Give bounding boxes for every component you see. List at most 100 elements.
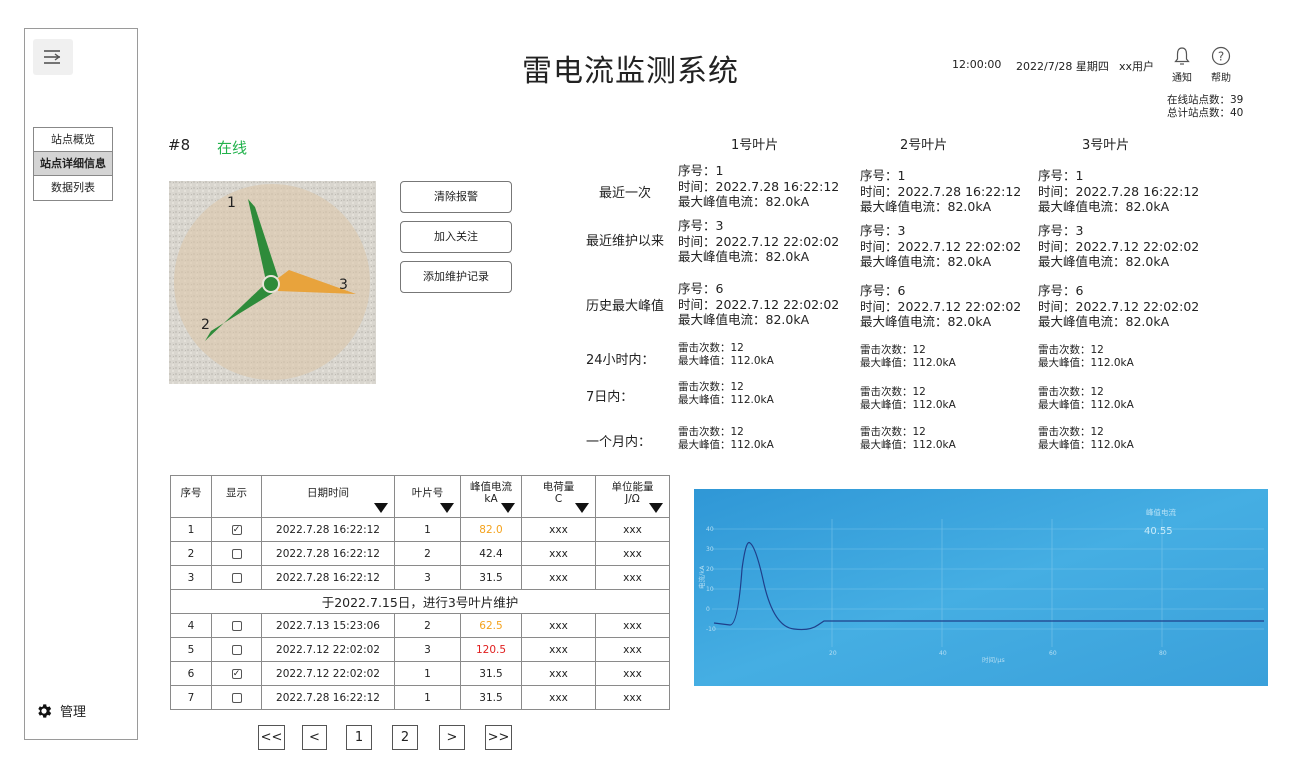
- row-peak-current: 62.5: [460, 613, 522, 638]
- page-next-button[interactable]: >: [439, 725, 465, 750]
- row-peak-current: 31.5: [460, 565, 522, 590]
- row-label-1m: 一个月内：: [586, 435, 652, 450]
- strike-count-text: 雷击次数：12: [1038, 386, 1104, 398]
- help-button[interactable]: ? 帮助: [1205, 46, 1237, 84]
- strike-count-text: 雷击次数：12: [678, 381, 744, 393]
- manage-button[interactable]: 管理: [35, 701, 86, 720]
- strike-count-text: 雷击次数：12: [678, 342, 744, 354]
- row-seq: 1: [170, 517, 212, 542]
- sidebar: 站点概览 站点详细信息 数据列表 管理: [24, 28, 138, 740]
- max-peak-text: 最大峰值：112.0kA: [860, 356, 956, 369]
- row-datetime: 2022.7.28 16:22:12: [261, 565, 395, 590]
- page-1-button[interactable]: 1: [346, 725, 372, 750]
- row-label-history-max: 历史最大峰值: [586, 299, 665, 314]
- show-checkbox[interactable]: [231, 548, 242, 559]
- row-show-checkbox: [211, 541, 262, 566]
- sidebar-item-overview[interactable]: 站点概览: [34, 128, 112, 152]
- manage-label: 管理: [60, 705, 87, 720]
- strike-data-table: 序号 显示 日期时间 叶片号 峰值电流 kA 电荷量 C 单位能量 J/Ω 1 ✓ 202…: [170, 475, 670, 710]
- row-datetime: 2022.7.28 16:22:12: [261, 517, 395, 542]
- seq-text: 序号：1: [860, 168, 906, 183]
- row-energy: xxx: [595, 613, 670, 638]
- sidebar-item-data-list[interactable]: 数据列表: [34, 176, 112, 200]
- max-peak-text: 最大峰值：112.0kA: [860, 438, 956, 451]
- table-row[interactable]: 6 ✓ 2022.7.12 22:02:02 1 31.5 xxx xxx: [170, 661, 670, 686]
- max-peak-text: 最大峰值：112.0kA: [860, 398, 956, 411]
- table-row[interactable]: 3 2022.7.28 16:22:12 3 31.5 xxx xxx: [170, 565, 670, 590]
- blade-3-since-maintenance-cell: 序号：3 时间：2022.7.12 22:02:02 最大峰值电流：82.0kA: [1038, 223, 1199, 270]
- table-row[interactable]: 7 2022.7.28 16:22:12 1 31.5 xxx xxx: [170, 685, 670, 710]
- strike-count-text: 雷击次数：12: [1038, 426, 1104, 438]
- follow-button[interactable]: 加入关注: [400, 221, 512, 253]
- seq-text: 序号：3: [860, 223, 906, 238]
- blade-2-7d-cell: 雷击次数：12 最大峰值：112.0kA: [860, 386, 956, 411]
- table-row[interactable]: 5 2022.7.12 22:02:02 3 120.5 xxx xxx: [170, 637, 670, 662]
- blade-2-24h-cell: 雷击次数：12 最大峰值：112.0kA: [860, 344, 956, 369]
- y-tick-label: -10: [706, 626, 716, 633]
- peak-text: 最大峰值电流：82.0kA: [678, 312, 810, 327]
- menu-collapse-icon: [44, 50, 61, 64]
- x-tick-label: 60: [1049, 650, 1057, 657]
- col-header-charge: 电荷量 C: [521, 475, 596, 518]
- max-peak-text: 最大峰值：112.0kA: [1038, 398, 1134, 411]
- show-checkbox[interactable]: [231, 644, 242, 655]
- show-checkbox[interactable]: [231, 620, 242, 631]
- show-checkbox[interactable]: [231, 572, 242, 583]
- blade-2-1m-cell: 雷击次数：12 最大峰值：112.0kA: [860, 426, 956, 451]
- y-tick-label: 0: [706, 606, 710, 613]
- bell-icon: [1174, 47, 1190, 65]
- peak-text: 最大峰值电流：82.0kA: [1038, 314, 1170, 329]
- peak-text: 最大峰值电流：82.0kA: [678, 249, 810, 264]
- online-station-count: 在线站点数：39: [1167, 94, 1244, 106]
- max-peak-text: 最大峰值：112.0kA: [1038, 356, 1134, 369]
- strike-count-text: 雷击次数：12: [1038, 344, 1104, 356]
- blade-3-history-max-cell: 序号：6 时间：2022.7.12 22:02:02 最大峰值电流：82.0kA: [1038, 283, 1199, 330]
- sort-down-icon[interactable]: [501, 503, 515, 513]
- notify-button[interactable]: 通知: [1166, 46, 1198, 84]
- col-header-peak: 峰值电流 kA: [460, 475, 522, 518]
- blade-number-3: 3: [339, 277, 348, 293]
- time-text: 时间：2022.7.12 22:02:02: [678, 296, 840, 312]
- row-blade: 1: [394, 517, 461, 542]
- row-label-7d: 7日内：: [586, 390, 634, 405]
- row-show-checkbox: ✓: [211, 661, 262, 686]
- time-text: 时间：2022.7.12 22:02:02: [860, 298, 1022, 314]
- svg-text:?: ?: [1218, 50, 1224, 64]
- sidebar-item-station-detail[interactable]: 站点详细信息: [34, 152, 112, 176]
- page-last-button[interactable]: >>: [485, 725, 512, 750]
- row-label-recent: 最近一次: [599, 186, 652, 201]
- row-charge: xxx: [521, 517, 596, 542]
- row-seq: 4: [170, 613, 212, 638]
- table-row[interactable]: 1 ✓ 2022.7.28 16:22:12 1 82.0 xxx xxx: [170, 517, 670, 542]
- row-datetime: 2022.7.28 16:22:12: [261, 685, 395, 710]
- page-prev-button[interactable]: <: [302, 725, 327, 750]
- show-checkbox[interactable]: [231, 692, 242, 703]
- show-checkbox[interactable]: ✓: [231, 668, 242, 679]
- menu-toggle-button[interactable]: [33, 39, 73, 75]
- row-label-since-maintenance: 最近维护以来: [586, 234, 665, 249]
- waveform-readout-label: 峰值电流: [1146, 507, 1176, 517]
- blade-3-recent-cell: 序号：1 时间：2022.7.28 16:22:12 最大峰值电流：82.0kA: [1038, 168, 1199, 215]
- page-first-button[interactable]: <<: [258, 725, 285, 750]
- sort-down-icon[interactable]: [575, 503, 589, 513]
- peak-text: 最大峰值电流：82.0kA: [860, 314, 992, 329]
- sort-down-icon[interactable]: [649, 503, 663, 513]
- table-row[interactable]: 2 2022.7.28 16:22:12 2 42.4 xxx xxx: [170, 541, 670, 566]
- help-label: 帮助: [1211, 73, 1231, 84]
- table-row[interactable]: 4 2022.7.13 15:23:06 2 62.5 xxx xxx: [170, 613, 670, 638]
- clear-alarm-button[interactable]: 清除报警: [400, 181, 512, 213]
- time-text: 时间：2022.7.12 22:02:02: [1038, 238, 1200, 254]
- page-2-button[interactable]: 2: [392, 725, 418, 750]
- header-user[interactable]: xx用户: [1119, 58, 1154, 74]
- sort-down-icon[interactable]: [374, 503, 388, 513]
- seq-text: 序号：3: [678, 218, 724, 233]
- sort-down-icon[interactable]: [440, 503, 454, 513]
- header-time: 12:00:00: [952, 58, 1002, 71]
- blade-header-1: 1号叶片: [731, 138, 779, 153]
- waveform-x-label: 时间/μs: [982, 655, 1005, 664]
- show-checkbox[interactable]: ✓: [231, 524, 242, 535]
- add-maintenance-button[interactable]: 添加维护记录: [400, 261, 512, 293]
- app-title: 雷电流监测系统: [522, 54, 739, 89]
- peak-text: 最大峰值电流：82.0kA: [678, 194, 810, 209]
- row-peak-current: 31.5: [460, 661, 522, 686]
